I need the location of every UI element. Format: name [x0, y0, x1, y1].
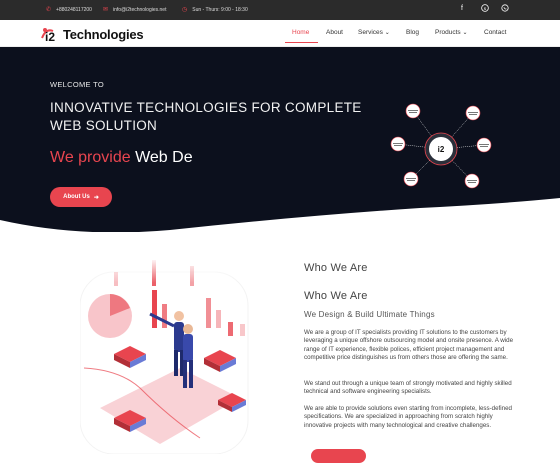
nav-blog[interactable]: Blog: [406, 29, 419, 36]
nav-home[interactable]: Home: [292, 29, 309, 36]
who-paragraph-3: We are able to provide solutions even st…: [304, 405, 512, 429]
nav-contact[interactable]: Contact: [484, 29, 506, 36]
email-info[interactable]: ✉ info@i2technologies.net: [103, 6, 167, 14]
envelope-icon: ✉: [103, 7, 109, 13]
nav-services-label: Services: [358, 29, 383, 36]
hero-section: WELCOME TO INNOVATIVE TECHNOLOGIES FOR C…: [0, 47, 560, 232]
site-logo[interactable]: i2 Technologies: [40, 24, 144, 44]
svg-text:i2: i2: [45, 30, 55, 42]
who-tagline: We Design & Build Ultimate Things: [304, 310, 435, 319]
logo-mark: i2: [40, 26, 62, 44]
read-more-button[interactable]: [311, 449, 366, 463]
who-heading-secondary: Who We Are: [304, 290, 368, 302]
logo-text: Technologies: [63, 26, 144, 42]
services-diagram: i2: [390, 103, 492, 189]
main-navbar: i2 Technologies Home About Services ⌄ Bl…: [0, 20, 560, 47]
top-bar: ✆ +880248117200 ✉ info@i2technologies.ne…: [0, 0, 560, 20]
nav-services[interactable]: Services ⌄: [358, 29, 390, 36]
phone-number: +880248117200: [56, 6, 92, 13]
typed-prefix: We provide: [50, 149, 136, 166]
phone-info[interactable]: ✆ +880248117200: [46, 6, 92, 14]
hero-welcome: WELCOME TO: [50, 80, 104, 89]
phone-icon: ✆: [46, 7, 52, 13]
hero-headline: INNOVATIVE TECHNOLOGIES FOR COMPLETE WEB…: [50, 100, 362, 133]
facebook-icon[interactable]: f: [461, 5, 463, 12]
email-address: info@i2technologies.net: [113, 6, 167, 13]
diagram-center-logo: i2: [438, 145, 445, 154]
hero-typed-text: We provide Web De: [50, 149, 194, 167]
who-paragraph-2: We stand out through a unique team of st…: [304, 380, 512, 396]
whatsapp-icon[interactable]: [501, 4, 509, 14]
hero-wave: [0, 198, 560, 232]
nav-products-label: Products: [435, 29, 461, 36]
skype-icon[interactable]: s: [481, 4, 489, 14]
nav-products[interactable]: Products ⌄: [435, 29, 468, 36]
team-illustration: [80, 258, 260, 454]
hours-info: ◷ Sun - Thurs: 9:00 - 18:30: [182, 6, 248, 14]
clock-icon: ◷: [182, 7, 188, 13]
nav-about[interactable]: About: [326, 29, 343, 36]
office-hours: Sun - Thurs: 9:00 - 18:30: [192, 6, 248, 13]
chevron-down-icon: ⌄: [384, 30, 390, 36]
who-paragraph-1: We are a group of IT specialists providi…: [304, 329, 514, 361]
chevron-down-icon: ⌄: [462, 30, 468, 36]
active-nav-underline: [285, 42, 318, 43]
who-heading-primary: Who We Are: [304, 262, 368, 274]
typed-word: Web De: [135, 149, 193, 166]
